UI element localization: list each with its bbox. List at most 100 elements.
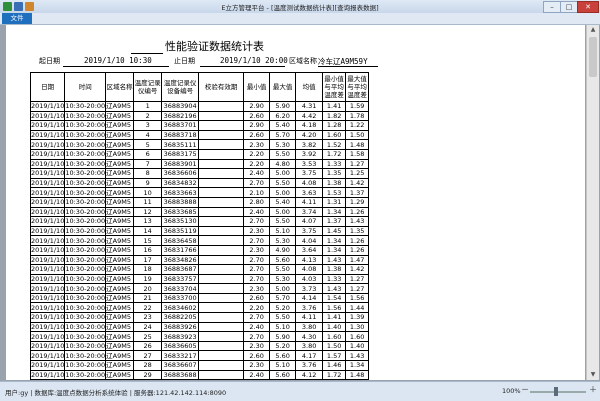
table-cell bbox=[199, 130, 244, 140]
table-cell: 5.30 bbox=[270, 236, 296, 246]
table-cell: 10:30-20:00 bbox=[65, 351, 106, 361]
table-cell: 辽A9M5 bbox=[106, 102, 134, 112]
table-cell: 36883888 bbox=[162, 197, 199, 207]
column-header: 最大值与平均温度差 bbox=[346, 73, 369, 102]
table-cell: 5.60 bbox=[270, 351, 296, 361]
zoom-in-icon[interactable]: ＋ bbox=[589, 386, 597, 394]
column-header: 均值 bbox=[296, 73, 323, 102]
table-cell: 1.45 bbox=[323, 226, 346, 236]
table-cell bbox=[199, 293, 244, 303]
table-cell: 15 bbox=[134, 236, 162, 246]
scroll-thumb[interactable] bbox=[589, 37, 597, 77]
column-header: 最小值与平均温度差 bbox=[323, 73, 346, 102]
vertical-scrollbar[interactable]: ▲ ▼ bbox=[586, 25, 599, 380]
table-cell bbox=[199, 313, 244, 323]
table-cell: 10:30-20:00 bbox=[65, 245, 106, 255]
table-cell: 辽A9M5 bbox=[106, 274, 134, 284]
table-row: 2019/1/1010:30-20:00辽A9M516368317662.304… bbox=[31, 245, 369, 255]
table-cell: 2.40 bbox=[244, 169, 270, 179]
scroll-down-icon[interactable]: ▼ bbox=[587, 370, 599, 380]
file-tab[interactable]: 文件 bbox=[2, 13, 32, 24]
column-header: 时间 bbox=[65, 73, 106, 102]
table-cell: 1.56 bbox=[346, 293, 369, 303]
zoom-slider[interactable] bbox=[530, 391, 586, 393]
table-cell bbox=[199, 197, 244, 207]
table-cell: 1.43 bbox=[323, 284, 346, 294]
column-header: 区域名称 bbox=[106, 73, 134, 102]
table-cell: 3.76 bbox=[296, 303, 323, 313]
table-cell bbox=[199, 322, 244, 332]
table-cell: 2 bbox=[134, 111, 162, 121]
table-cell: 2.60 bbox=[244, 111, 270, 121]
table-row: 2019/1/1010:30-20:00辽A9M521368337002.605… bbox=[31, 293, 369, 303]
table-cell: 2.20 bbox=[244, 159, 270, 169]
table-cell: 3.76 bbox=[296, 361, 323, 371]
scroll-up-icon[interactable]: ▲ bbox=[587, 25, 599, 35]
maximize-button[interactable]: □ bbox=[560, 1, 578, 13]
table-cell: 2.70 bbox=[244, 274, 270, 284]
table-cell: 2.10 bbox=[244, 188, 270, 198]
table-cell: 4.11 bbox=[296, 197, 323, 207]
zoom-slider-handle[interactable] bbox=[554, 387, 558, 396]
table-cell: 1.60 bbox=[346, 332, 369, 342]
table-cell: 6 bbox=[134, 149, 162, 159]
table-row: 2019/1/1010:30-20:00辽A9M520368337042.305… bbox=[31, 284, 369, 294]
table-cell: 1.47 bbox=[346, 255, 369, 265]
table-cell: 辽A9M5 bbox=[106, 322, 134, 332]
table-cell: 辽A9M5 bbox=[106, 303, 134, 313]
table-header-row: 日期时间区域名称温度记录仪编号温度记录仪设备编号校验有效期最小值最大值均值最小值… bbox=[31, 73, 369, 102]
table-cell bbox=[199, 111, 244, 121]
table-cell: 2019/1/10 bbox=[31, 121, 65, 131]
table-cell: 5.00 bbox=[270, 284, 296, 294]
table-cell: 36883718 bbox=[162, 130, 199, 140]
table-cell: 10:30-20:00 bbox=[65, 322, 106, 332]
ribbon-bar: 文件 bbox=[0, 13, 600, 25]
table-cell: 2.30 bbox=[244, 226, 270, 236]
table-row: 2019/1/1010:30-20:00辽A9M528368366072.305… bbox=[31, 361, 369, 371]
table-cell: 2019/1/10 bbox=[31, 274, 65, 284]
table-row: 2019/1/1010:30-20:00辽A9M518368836872.705… bbox=[31, 265, 369, 275]
minimize-button[interactable]: – bbox=[543, 1, 561, 13]
undo-icon[interactable] bbox=[25, 2, 34, 11]
table-cell: 36834832 bbox=[162, 178, 199, 188]
table-cell: 36835130 bbox=[162, 217, 199, 227]
save-icon[interactable] bbox=[14, 2, 23, 11]
table-cell bbox=[199, 361, 244, 371]
zoom-out-icon[interactable]: － bbox=[521, 386, 529, 394]
title-bar: E立方管理平台 - [温度测试数据统计表][查询报表数据] – □ ✕ bbox=[0, 0, 600, 14]
table-cell: 3.74 bbox=[296, 207, 323, 217]
table-row: 2019/1/1010:30-20:00辽A9M524368839262.405… bbox=[31, 322, 369, 332]
table-cell: 2.40 bbox=[244, 322, 270, 332]
table-cell bbox=[199, 284, 244, 294]
table-cell: 2019/1/10 bbox=[31, 293, 65, 303]
table-cell: 辽A9M5 bbox=[106, 341, 134, 351]
table-cell: 2.60 bbox=[244, 293, 270, 303]
table-cell: 2.70 bbox=[244, 332, 270, 342]
table-cell: 1.35 bbox=[323, 169, 346, 179]
table-cell: 2019/1/10 bbox=[31, 332, 65, 342]
table-cell: 10:30-20:00 bbox=[65, 265, 106, 275]
end-date-label: 止日期 bbox=[174, 56, 195, 66]
table-row: 2019/1/1010:30-20:00辽A9M512368336852.405… bbox=[31, 207, 369, 217]
table-cell: 2019/1/10 bbox=[31, 217, 65, 227]
table-cell: 1.38 bbox=[323, 265, 346, 275]
table-cell: 5.50 bbox=[270, 217, 296, 227]
table-row: 2019/1/1010:30-20:00辽A9M519368337572.705… bbox=[31, 274, 369, 284]
table-cell: 36883687 bbox=[162, 265, 199, 275]
table-cell: 36834602 bbox=[162, 303, 199, 313]
table-cell: 10 bbox=[134, 188, 162, 198]
table-cell: 1.34 bbox=[346, 361, 369, 371]
table-cell: 1.26 bbox=[346, 207, 369, 217]
table-cell: 5.50 bbox=[270, 265, 296, 275]
table-cell: 4.30 bbox=[296, 332, 323, 342]
table-cell: 22 bbox=[134, 303, 162, 313]
table-cell: 36836458 bbox=[162, 236, 199, 246]
table-cell: 2019/1/10 bbox=[31, 255, 65, 265]
table-cell: 10:30-20:00 bbox=[65, 236, 106, 246]
table-cell: 10:30-20:00 bbox=[65, 293, 106, 303]
table-cell: 2019/1/10 bbox=[31, 159, 65, 169]
table-cell: 23 bbox=[134, 313, 162, 323]
close-button[interactable]: ✕ bbox=[577, 1, 599, 13]
table-cell: 2.30 bbox=[244, 140, 270, 150]
table-cell bbox=[199, 169, 244, 179]
